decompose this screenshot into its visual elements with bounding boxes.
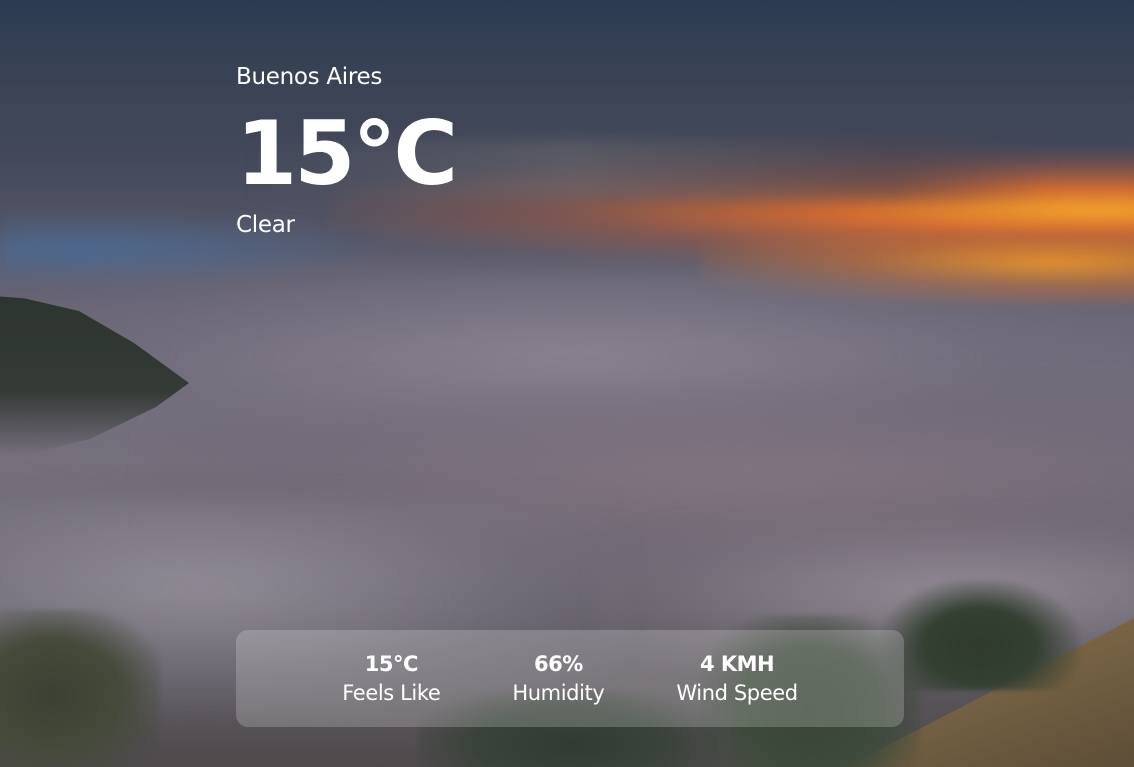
sky-layer bbox=[0, 0, 1134, 260]
stat-feels-like: 15°C Feels Like bbox=[306, 650, 476, 708]
trees-right bbox=[880, 580, 1080, 690]
humidity-label: Humidity bbox=[512, 680, 605, 705]
stat-wind-speed: 4 KMH Wind Speed bbox=[640, 650, 833, 708]
wind-speed-label: Wind Speed bbox=[676, 680, 798, 705]
current-temperature: 15°C bbox=[236, 102, 458, 205]
background-scene: Buenos Aires 15°C Clear 15°C Feels Like … bbox=[0, 0, 1134, 767]
weather-stats-panel: 15°C Feels Like 66% Humidity 4 KMH Wind … bbox=[236, 630, 904, 727]
humidity-value: 66% bbox=[534, 651, 583, 676]
feels-like-value: 15°C bbox=[364, 651, 419, 676]
stat-humidity: 66% Humidity bbox=[476, 650, 640, 708]
weather-condition: Clear bbox=[236, 212, 295, 238]
weather-summary: Buenos Aires 15°C Clear bbox=[236, 62, 458, 240]
hill-left bbox=[0, 295, 189, 455]
fog-layer bbox=[150, 380, 1134, 580]
city-name: Buenos Aires bbox=[236, 64, 383, 90]
fog-layer bbox=[0, 270, 1134, 490]
sunset-glow bbox=[700, 235, 1134, 305]
wind-speed-value: 4 KMH bbox=[699, 651, 775, 676]
trees-left bbox=[0, 610, 160, 767]
feels-like-label: Feels Like bbox=[342, 680, 441, 705]
